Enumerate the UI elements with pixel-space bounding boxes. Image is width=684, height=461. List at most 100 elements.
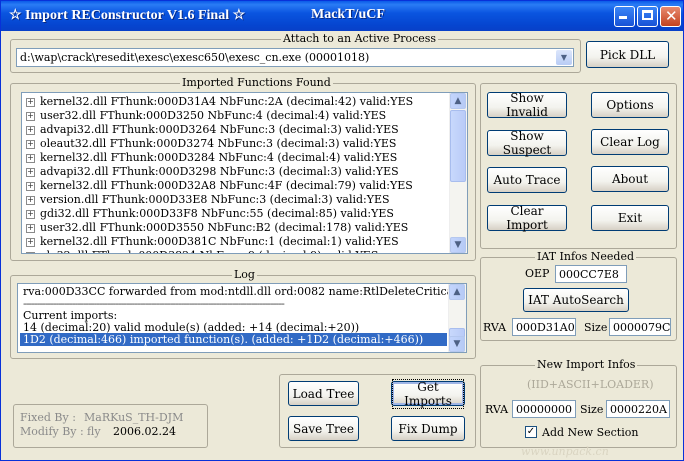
attach-group-label: Attach to an Active Process bbox=[281, 32, 439, 45]
title-bar[interactable]: ☆ Import REConstructor V1.6 Final ☆ Mack… bbox=[1, 1, 683, 31]
tree-row[interactable]: + kernel32.dll FThunk:000D31A4 NbFunc:2A … bbox=[26, 95, 413, 109]
iat-rva-label: RVA bbox=[483, 321, 507, 334]
close-button[interactable]: ✕ bbox=[660, 6, 681, 27]
expand-icon[interactable]: + bbox=[26, 126, 35, 135]
tree-row-label: user32.dll FThunk:000D3250 NbFunc:4 (dec… bbox=[40, 109, 387, 122]
get-imports-button[interactable]: Get Imports bbox=[391, 378, 465, 409]
iat-size-value: 0000079C bbox=[613, 321, 671, 334]
expand-icon[interactable]: + bbox=[26, 252, 35, 253]
tree-row[interactable]: + version.dll FThunk:000D33E8 NbFunc:3 (d… bbox=[26, 193, 390, 207]
imports-tree[interactable]: + kernel32.dll FThunk:000D31A4 NbFunc:2A … bbox=[21, 92, 468, 254]
exit-button[interactable]: Exit bbox=[591, 205, 669, 231]
maximize-button[interactable] bbox=[637, 6, 658, 27]
tree-row-label: advapi32.dll FThunk:000D3298 NbFunc:3 (d… bbox=[40, 165, 399, 178]
window-title-author: MackT/uCF bbox=[311, 7, 385, 22]
clear-log-label: Clear Log bbox=[600, 135, 660, 149]
new-import-rva-field[interactable]: 00000000 bbox=[512, 400, 576, 418]
fixed-by-label: Fixed By : bbox=[20, 411, 76, 424]
tree-row[interactable]: + ole32.dll FThunk:000D3824 NbFunc:9 (dec… bbox=[26, 249, 378, 253]
modify-by-value: fly bbox=[87, 425, 101, 438]
pick-dll-label: Pick DLL bbox=[599, 47, 656, 62]
fix-dump-label: Fix Dump bbox=[398, 421, 458, 436]
tree-row[interactable]: + kernel32.dll FThunk:000D381C NbFunc:1 (… bbox=[26, 235, 399, 249]
clear-log-button[interactable]: Clear Log bbox=[591, 129, 669, 155]
scroll-up-icon[interactable]: ▲ bbox=[450, 93, 466, 109]
load-tree-label: Load Tree bbox=[292, 386, 355, 401]
iat-rva-field[interactable]: 000D31A0 bbox=[512, 318, 576, 336]
watermark: www.unpack.cn bbox=[521, 445, 609, 458]
tree-row[interactable]: + kernel32.dll FThunk:000D32A8 NbFunc:4F … bbox=[26, 179, 413, 193]
new-import-rva-value: 00000000 bbox=[516, 403, 572, 416]
options-button[interactable]: Options bbox=[591, 92, 669, 118]
load-tree-button[interactable]: Load Tree bbox=[288, 381, 359, 406]
scroll-thumb[interactable] bbox=[450, 110, 466, 182]
new-import-subtitle: (IID+ASCII+LOADER) bbox=[527, 378, 654, 391]
fix-dump-button[interactable]: Fix Dump bbox=[391, 416, 465, 441]
oep-value: 000CC7E8 bbox=[559, 268, 619, 281]
chevron-down-icon[interactable]: ▼ bbox=[556, 50, 572, 65]
clear-import-button[interactable]: Clear Import bbox=[487, 204, 567, 232]
iat-autosearch-label: IAT AutoSearch bbox=[528, 293, 624, 307]
expand-icon[interactable]: + bbox=[26, 224, 35, 233]
log-line[interactable]: 1D2 (decimal:466) imported function(s). … bbox=[20, 333, 447, 346]
expand-icon[interactable]: + bbox=[26, 140, 35, 149]
expand-icon[interactable]: + bbox=[26, 168, 35, 177]
tree-row[interactable]: + user32.dll FThunk:000D3250 NbFunc:4 (de… bbox=[26, 109, 386, 123]
oep-field[interactable]: 000CC7E8 bbox=[555, 265, 627, 283]
tree-row[interactable]: + oleaut32.dll FThunk:000D3274 NbFunc:3 (… bbox=[26, 137, 396, 151]
expand-icon[interactable]: + bbox=[26, 238, 35, 247]
add-new-section-checkbox[interactable]: ✓ bbox=[525, 426, 537, 438]
imports-scrollbar[interactable]: ▲ ▼ bbox=[449, 93, 467, 253]
process-combobox[interactable]: d:\wap\crack\resedit\exesc\exesc650\exes… bbox=[16, 48, 574, 67]
main-window: ☆ Import REConstructor V1.6 Final ☆ Mack… bbox=[0, 0, 684, 461]
exit-label: Exit bbox=[617, 211, 643, 225]
expand-icon[interactable]: + bbox=[26, 196, 35, 205]
options-label: Options bbox=[606, 98, 654, 112]
show-invalid-button[interactable]: Show Invalid bbox=[487, 91, 567, 119]
log-list[interactable]: rva:000D33CC forwarded from mod:ntdll.dl… bbox=[17, 283, 467, 353]
tree-row[interactable]: + gdi32.dll FThunk:000D33F8 NbFunc:55 (de… bbox=[26, 207, 394, 221]
expand-icon[interactable]: + bbox=[26, 112, 35, 121]
log-group-label: Log bbox=[232, 268, 257, 281]
expand-icon[interactable]: + bbox=[26, 154, 35, 163]
iat-size-label: Size bbox=[584, 321, 608, 334]
iat-autosearch-button[interactable]: IAT AutoSearch bbox=[523, 288, 629, 312]
scroll-down-icon[interactable]: ▼ bbox=[449, 336, 465, 352]
log-scrollbar[interactable]: ▲ ▼ bbox=[448, 284, 466, 352]
window-title: ☆ Import REConstructor V1.6 Final ☆ bbox=[9, 8, 246, 23]
minimize-icon bbox=[619, 16, 627, 19]
process-combobox-value: d:\wap\crack\resedit\exesc\exesc650\exes… bbox=[20, 51, 370, 64]
new-import-size-label: Size bbox=[580, 403, 604, 416]
auto-trace-button[interactable]: Auto Trace bbox=[487, 167, 567, 193]
tree-row[interactable]: + user32.dll FThunk:000D3550 NbFunc:B2 (d… bbox=[26, 221, 408, 235]
clear-import-label: Clear Import bbox=[506, 204, 548, 232]
modify-by-label: Modify By : bbox=[20, 425, 84, 438]
checkmark-icon: ✓ bbox=[526, 426, 536, 437]
expand-icon[interactable]: + bbox=[26, 98, 35, 107]
show-suspect-button[interactable]: Show Suspect bbox=[487, 129, 567, 157]
about-button[interactable]: About bbox=[591, 166, 669, 192]
minimize-button[interactable] bbox=[614, 6, 635, 27]
tree-row-label: advapi32.dll FThunk:000D3264 NbFunc:3 (d… bbox=[40, 123, 399, 136]
save-tree-button[interactable]: Save Tree bbox=[288, 416, 359, 441]
tree-row-label: gdi32.dll FThunk:000D33F8 NbFunc:55 (dec… bbox=[40, 207, 394, 220]
about-label: About bbox=[611, 172, 649, 186]
new-import-rva-label: RVA bbox=[485, 403, 509, 416]
tree-row[interactable]: + kernel32.dll FThunk:000D3284 NbFunc:4 (… bbox=[26, 151, 397, 165]
pick-dll-button[interactable]: Pick DLL bbox=[586, 41, 669, 68]
tree-row-label: user32.dll FThunk:000D3550 NbFunc:B2 (de… bbox=[40, 221, 409, 234]
scroll-up-icon[interactable]: ▲ bbox=[449, 284, 465, 300]
add-new-section-label[interactable]: Add New Section bbox=[542, 426, 638, 439]
auto-trace-label: Auto Trace bbox=[493, 173, 561, 187]
expand-icon[interactable]: + bbox=[26, 182, 35, 191]
scroll-down-icon[interactable]: ▼ bbox=[450, 237, 466, 253]
iat-size-field[interactable]: 0000079C bbox=[609, 318, 671, 336]
show-invalid-label: Show Invalid bbox=[506, 91, 548, 119]
tree-row[interactable]: + advapi32.dll FThunk:000D3264 NbFunc:3 (… bbox=[26, 123, 399, 137]
tree-row[interactable]: + advapi32.dll FThunk:000D3298 NbFunc:3 (… bbox=[26, 165, 399, 179]
new-import-size-field[interactable]: 0000220A bbox=[606, 400, 670, 418]
tree-row-label: oleaut32.dll FThunk:000D3274 NbFunc:3 (d… bbox=[40, 137, 397, 150]
new-import-size-value: 0000220A bbox=[610, 403, 667, 416]
expand-icon[interactable]: + bbox=[26, 210, 35, 219]
tree-row-label: kernel32.dll FThunk:000D3284 NbFunc:4 (d… bbox=[40, 151, 398, 164]
